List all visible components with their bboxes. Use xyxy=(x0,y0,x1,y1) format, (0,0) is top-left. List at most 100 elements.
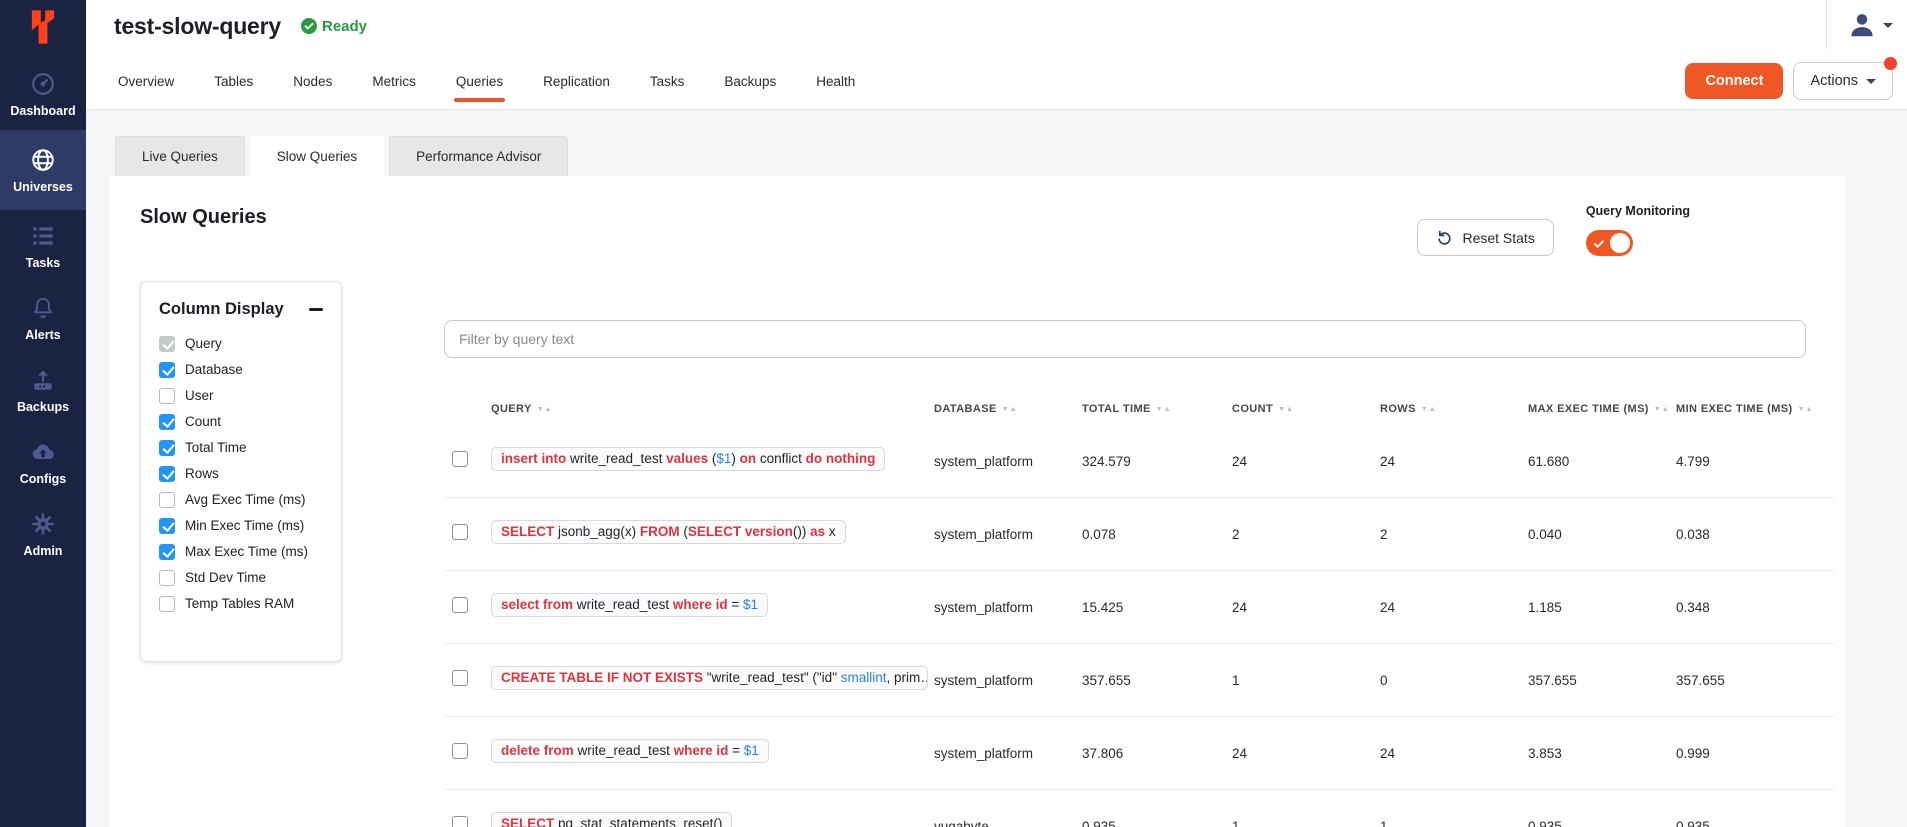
tab-metrics[interactable]: Metrics xyxy=(352,52,436,110)
row-checkbox[interactable] xyxy=(452,816,468,827)
table-row[interactable]: select from write_read_test where id = $… xyxy=(444,571,1834,644)
tab-tables[interactable]: Tables xyxy=(194,52,273,110)
title-row: test-slow-query Ready xyxy=(86,0,1907,52)
checkbox-label: Rows xyxy=(185,466,219,481)
checkbox[interactable] xyxy=(159,414,175,430)
sidebar-item-admin[interactable]: Admin xyxy=(0,498,86,570)
column-header-count[interactable]: COUNT▼▲ xyxy=(1232,403,1380,415)
total-time-cell: 15.425 xyxy=(1082,600,1232,615)
row-checkbox-cell xyxy=(444,816,491,827)
min-exec-time-cell: 0.999 xyxy=(1676,746,1834,761)
checkbox[interactable] xyxy=(159,388,175,404)
checkbox[interactable] xyxy=(159,492,175,508)
query-text-box[interactable]: CREATE TABLE IF NOT EXISTS "write_read_t… xyxy=(491,666,928,690)
column-header-query[interactable]: QUERY▼▲ xyxy=(491,403,934,415)
sql-id-segment: write_read_test xyxy=(578,743,674,758)
rows-cell: 24 xyxy=(1380,600,1528,615)
row-checkbox[interactable] xyxy=(452,597,468,613)
tab-nodes[interactable]: Nodes xyxy=(273,52,352,110)
column-display-options: QueryDatabaseUserCountTotal TimeRowsAvg … xyxy=(159,335,323,612)
database-cell: yugabyte xyxy=(934,819,1082,827)
table-row[interactable]: SELECT pg_stat_statements_reset() yugabyt… xyxy=(444,790,1834,827)
query-text-box[interactable]: SELECT pg_stat_statements_reset() xyxy=(491,812,732,827)
column-header-database[interactable]: DATABASE▼▲ xyxy=(934,403,1082,415)
tab-tasks[interactable]: Tasks xyxy=(630,52,705,110)
database-cell: system_platform xyxy=(934,673,1082,688)
sidebar-item-alerts[interactable]: Alerts xyxy=(0,282,86,354)
actions-button-label: Actions xyxy=(1810,73,1858,89)
checkbox[interactable] xyxy=(159,362,175,378)
universe-nav-row: OverviewTablesNodesMetricsQueriesReplica… xyxy=(86,52,1907,110)
sql-kw-segment: on xyxy=(740,451,760,466)
column-header-max-exec-time-ms[interactable]: MAX EXEC TIME (MS)▼▲ xyxy=(1528,403,1676,415)
subtab-live-queries[interactable]: Live Queries xyxy=(115,136,245,176)
reset-stats-button[interactable]: Reset Stats xyxy=(1417,219,1553,256)
sidebar-item-tasks[interactable]: Tasks xyxy=(0,210,86,282)
sort-arrows-icon: ▼▲ xyxy=(1421,406,1437,413)
tab-health[interactable]: Health xyxy=(796,52,875,110)
sql-id-segment: write_read_test xyxy=(577,597,673,612)
yugabyte-logo[interactable] xyxy=(0,0,86,58)
query-text-box[interactable]: select from write_read_test where id = $… xyxy=(491,593,768,617)
chevron-down-icon xyxy=(1883,23,1893,28)
table-row[interactable]: delete from write_read_test where id = $… xyxy=(444,717,1834,790)
table-row[interactable]: SELECT jsonb_agg(x) FROM (SELECT version… xyxy=(444,498,1834,571)
universe-nav-tabs: OverviewTablesNodesMetricsQueriesReplica… xyxy=(98,52,875,110)
subtab-performance-advisor[interactable]: Performance Advisor xyxy=(389,136,568,176)
row-checkbox-cell xyxy=(444,524,491,545)
tab-queries[interactable]: Queries xyxy=(436,52,523,110)
query-text-box[interactable]: insert into write_read_test values ($1) … xyxy=(491,447,885,471)
sidebar-item-label: Backups xyxy=(17,400,69,414)
query-filter-input[interactable] xyxy=(444,320,1806,358)
panel-top: Slow Queries Reset Stats Query Monitorin… xyxy=(110,204,1845,256)
sql-kw-segment: as xyxy=(810,524,829,539)
rows-cell: 0 xyxy=(1380,673,1528,688)
checkbox[interactable] xyxy=(159,544,175,560)
table-header-row: QUERY▼▲DATABASE▼▲TOTAL TIME▼▲COUNT▼▲ROWS… xyxy=(444,393,1834,425)
checkbox[interactable] xyxy=(159,440,175,456)
column-header-min-exec-time-ms[interactable]: MIN EXEC TIME (MS)▼▲ xyxy=(1676,403,1834,415)
table-row[interactable]: CREATE TABLE IF NOT EXISTS "write_read_t… xyxy=(444,644,1834,717)
column-option-min-exec-time-ms: Min Exec Time (ms) xyxy=(159,517,323,534)
row-checkbox[interactable] xyxy=(452,670,468,686)
collapse-minus-icon[interactable] xyxy=(309,308,323,311)
query-cell: SELECT pg_stat_statements_reset() xyxy=(491,812,934,827)
row-checkbox[interactable] xyxy=(452,524,468,540)
column-option-database: Database xyxy=(159,361,323,378)
actions-button[interactable]: Actions xyxy=(1793,62,1893,100)
database-cell: system_platform xyxy=(934,454,1082,469)
max-exec-time-cell: 357.655 xyxy=(1528,673,1676,688)
column-header-total-time[interactable]: TOTAL TIME▼▲ xyxy=(1082,403,1232,415)
sidebar: DashboardUniversesTasksAlerts Backups Conf… xyxy=(0,0,86,827)
subtab-slow-queries[interactable]: Slow Queries xyxy=(250,136,384,176)
query-text-box[interactable]: delete from write_read_test where id = $… xyxy=(491,739,769,763)
backups-icon xyxy=(30,366,56,394)
tab-replication[interactable]: Replication xyxy=(523,52,630,110)
checkbox[interactable] xyxy=(159,596,175,612)
sql-id-segment: , prim… xyxy=(887,670,928,685)
column-option-user: User xyxy=(159,387,323,404)
row-checkbox[interactable] xyxy=(452,451,468,467)
sidebar-item-configs[interactable]: Configs xyxy=(0,426,86,498)
sidebar-item-backups[interactable]: Backups xyxy=(0,354,86,426)
table-row[interactable]: insert into write_read_test values ($1) … xyxy=(444,425,1834,498)
column-header-rows[interactable]: ROWS▼▲ xyxy=(1380,403,1528,415)
query-text-box[interactable]: SELECT jsonb_agg(x) FROM (SELECT version… xyxy=(491,520,846,544)
connect-button[interactable]: Connect xyxy=(1685,63,1783,99)
sql-id-segment: x xyxy=(829,524,836,539)
slow-queries-panel: Slow Queries Reset Stats Query Monitorin… xyxy=(110,176,1845,827)
tab-overview[interactable]: Overview xyxy=(98,52,194,110)
checkbox-label: Avg Exec Time (ms) xyxy=(185,492,306,507)
sql-kw-segment: values xyxy=(666,451,712,466)
sidebar-item-dashboard[interactable]: Dashboard xyxy=(0,58,86,130)
user-menu[interactable] xyxy=(1826,0,1907,50)
checkbox[interactable] xyxy=(159,518,175,534)
query-monitoring-toggle[interactable] xyxy=(1586,230,1633,256)
sidebar-item-universes[interactable]: Universes xyxy=(0,130,86,210)
sidebar-item-label: Configs xyxy=(20,472,67,486)
tab-backups[interactable]: Backups xyxy=(704,52,796,110)
row-checkbox[interactable] xyxy=(452,743,468,759)
sql-id-segment: jsonb_agg(x) xyxy=(558,524,640,539)
checkbox[interactable] xyxy=(159,466,175,482)
checkbox[interactable] xyxy=(159,570,175,586)
